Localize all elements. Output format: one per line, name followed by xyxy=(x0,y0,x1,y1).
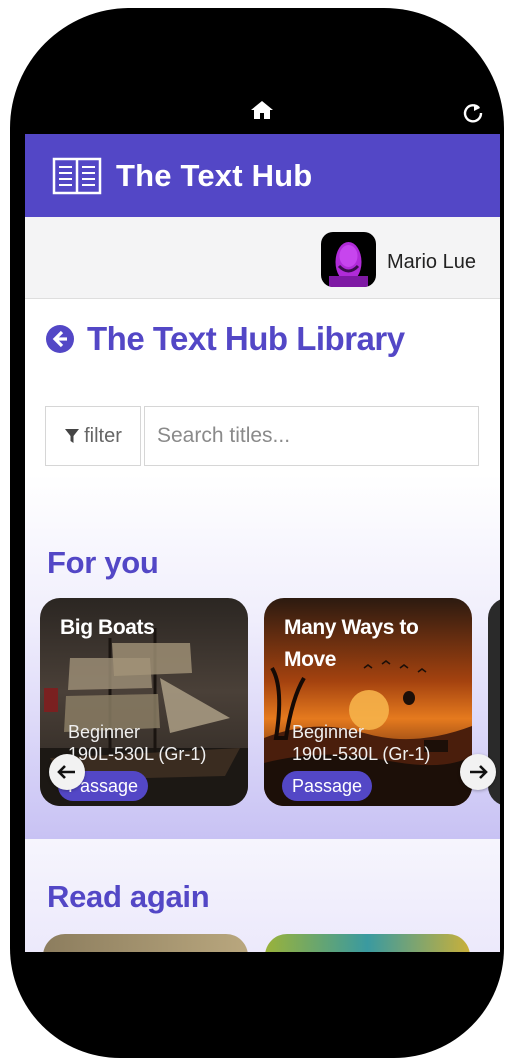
carousel-prev-button[interactable] xyxy=(49,754,85,790)
card-lexile-range: 190L-530L (Gr-1) xyxy=(292,744,431,764)
book-card[interactable] xyxy=(265,934,470,952)
phone-frame: The Text Hub Mario Lue The Text Hub Libr… xyxy=(10,8,504,1058)
home-icon[interactable] xyxy=(250,100,274,120)
avatar-figure-icon xyxy=(329,242,368,287)
for-you-title: For you xyxy=(47,545,159,580)
read-again-title: Read again xyxy=(47,879,210,914)
avatar[interactable] xyxy=(321,232,376,287)
card-type-badge: Passage xyxy=(282,771,373,801)
back-arrow-icon[interactable] xyxy=(45,324,75,354)
card-level: Beginner xyxy=(68,722,141,742)
app-header: The Text Hub xyxy=(25,134,500,217)
card-level: Beginner xyxy=(292,722,365,742)
arrow-left-icon xyxy=(57,765,75,779)
book-card[interactable] xyxy=(43,934,248,952)
app-title: The Text Hub xyxy=(116,157,313,193)
filter-label: filter xyxy=(84,424,122,447)
book-icon xyxy=(52,157,102,194)
reload-icon[interactable] xyxy=(462,102,484,124)
card-lexile-range: 190L-530L (Gr-1) xyxy=(68,744,207,764)
card-title: Many Ways to Move xyxy=(284,616,419,671)
library-header: The Text Hub Library xyxy=(45,320,405,358)
user-name[interactable]: Mario Lue xyxy=(387,251,476,274)
page-title: The Text Hub Library xyxy=(87,320,405,357)
book-card[interactable]: Many Ways to Move Beginner 190L-530L (Gr… xyxy=(264,598,472,806)
arrow-right-icon xyxy=(470,765,488,779)
app-screen: The Text Hub Mario Lue The Text Hub Libr… xyxy=(25,134,500,952)
filter-button[interactable]: filter xyxy=(45,406,141,466)
card-title: Big Boats xyxy=(60,616,155,639)
carousel-next-button[interactable] xyxy=(460,754,496,790)
user-bar: Mario Lue xyxy=(25,217,500,299)
search-input[interactable] xyxy=(144,406,479,466)
filter-icon xyxy=(65,429,80,443)
